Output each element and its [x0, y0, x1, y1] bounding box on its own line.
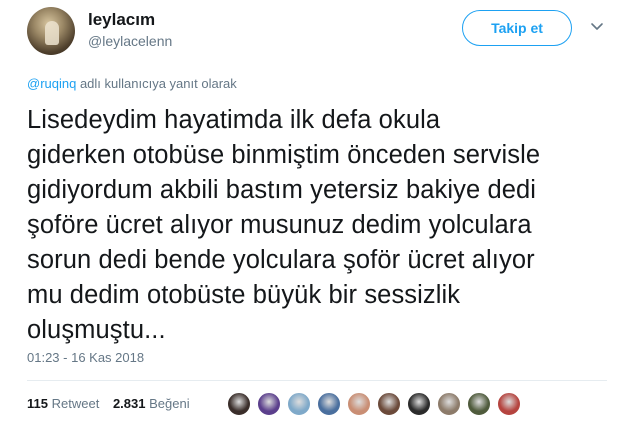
liker-avatar[interactable]: [286, 391, 312, 417]
divider: [27, 380, 607, 381]
like-stat[interactable]: 2.831 Beğeni: [113, 396, 190, 411]
liker-avatar[interactable]: [376, 391, 402, 417]
reply-context: @ruqinq adlı kullanıcıya yanıt olarak: [27, 76, 237, 91]
avatar[interactable]: [27, 7, 75, 55]
liker-avatar[interactable]: [346, 391, 372, 417]
user-handle[interactable]: @leylacelenn: [88, 33, 172, 49]
retweet-label: Retweet: [51, 396, 100, 411]
follow-button[interactable]: Takip et: [462, 10, 572, 46]
like-count: 2.831: [112, 396, 146, 411]
tweet-text: Lisedeydim hayatimda ilk defa okula gide…: [27, 106, 541, 344]
liker-avatar[interactable]: [226, 391, 252, 417]
liker-avatar[interactable]: [406, 391, 432, 417]
liker-avatar[interactable]: [496, 391, 522, 417]
retweet-count: 115: [27, 396, 48, 411]
reply-mention-link[interactable]: @ruqinq: [27, 76, 76, 91]
like-label: Beğeni: [149, 396, 190, 411]
liker-avatar[interactable]: [256, 391, 282, 417]
liker-avatar[interactable]: [466, 391, 492, 417]
tweet-card: leylacım @leylacelenn Takip et @ruqinq a…: [0, 0, 635, 424]
tweet-timestamp[interactable]: 01:23 - 16 Kas 2018: [27, 350, 144, 365]
liker-avatar[interactable]: [436, 391, 462, 417]
liker-avatar[interactable]: [316, 391, 342, 417]
retweet-stat[interactable]: 115 Retweet: [27, 396, 99, 411]
reply-context-text: adlı kullanıcıya yanıt olarak: [76, 76, 237, 91]
display-name[interactable]: leylacım: [88, 10, 155, 30]
chevron-down-icon[interactable]: [590, 22, 604, 32]
tweet-stats: 115 Retweet 2.831 Beğeni: [27, 396, 200, 411]
